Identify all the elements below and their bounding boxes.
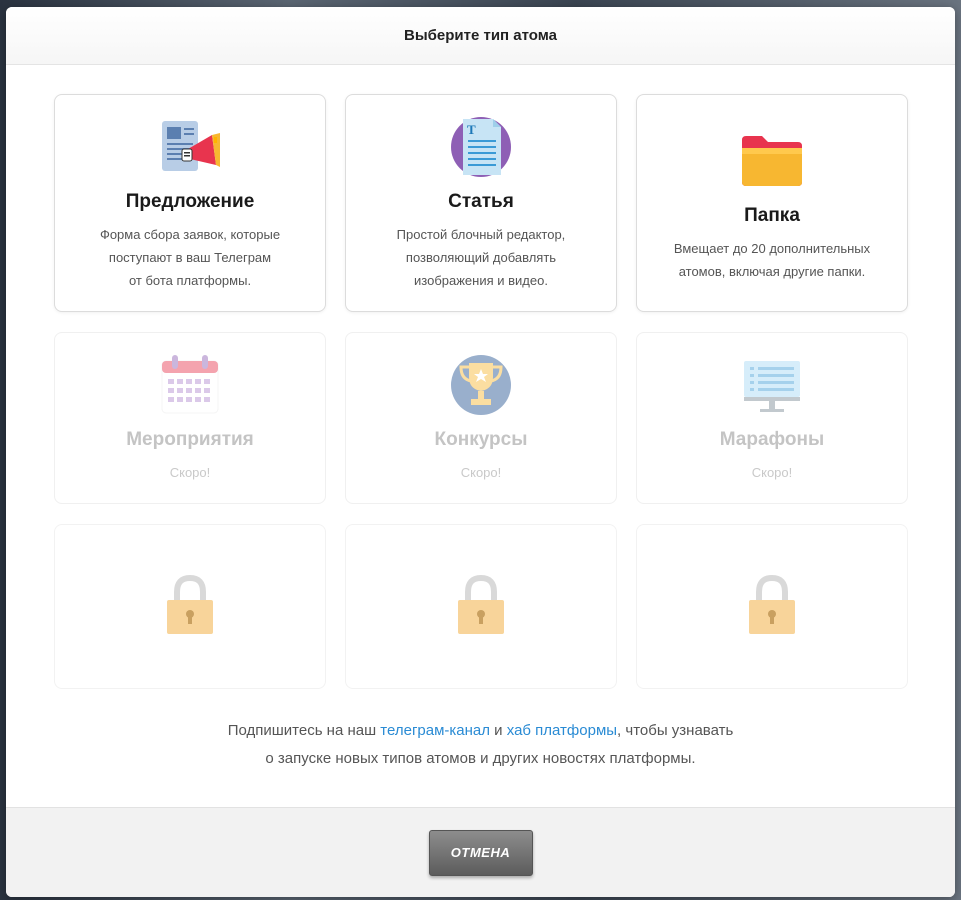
modal-title: Выберите тип атома	[404, 27, 557, 44]
card-description: Простой блочный редактор, позволяющий до…	[397, 223, 566, 292]
card-description: Форма сбора заявок, которые поступают в …	[100, 223, 280, 292]
card-description: Скоро!	[461, 461, 502, 484]
modal-footer: ОТМЕНА	[6, 807, 955, 897]
telegram-channel-link[interactable]: телеграм-канал	[380, 722, 490, 739]
calendar-icon	[158, 353, 222, 417]
card-title: Статья	[448, 191, 514, 212]
card-description: Скоро!	[752, 461, 793, 484]
subscribe-text: Подпишитесь на наш	[227, 722, 381, 739]
subscribe-line-2: о запуске новых типов атомов и других но…	[265, 750, 696, 767]
atom-type-grid: Предложение Форма сбора заявок, которые …	[54, 94, 908, 689]
atom-card-contests: Конкурсы Скоро!	[345, 332, 617, 504]
atom-card-marathons: Марафоны Скоро!	[636, 332, 908, 504]
atom-card-locked	[54, 524, 326, 689]
desc-line: Простой блочный редактор,	[396, 227, 566, 242]
atom-card-article[interactable]: T Статья Простой блочный редактор, позво…	[345, 94, 617, 312]
atom-card-locked	[636, 524, 908, 689]
lock-icon	[163, 572, 217, 641]
platform-hub-link[interactable]: хаб платформы	[507, 722, 617, 739]
card-title: Мероприятия	[126, 429, 254, 450]
card-title: Конкурсы	[434, 429, 528, 450]
desc-line: Вмещает до 20 дополнительных	[673, 241, 871, 256]
desc-line: атомов, включая другие папки.	[678, 264, 866, 279]
subscribe-text: и	[490, 722, 507, 739]
desc-line: поступают в ваш Телеграм	[108, 250, 272, 265]
desc-line: изображения и видео.	[414, 273, 548, 288]
atom-card-folder[interactable]: Папка Вмещает до 20 дополнительных атомо…	[636, 94, 908, 312]
card-description: Скоро!	[170, 461, 211, 484]
modal-header: Выберите тип атома	[6, 7, 955, 65]
subscribe-text: , чтобы узнавать	[617, 722, 734, 739]
subscribe-note: Подпишитесь на наш телеграм-канал и хаб …	[6, 717, 955, 773]
atom-card-events: Мероприятия Скоро!	[54, 332, 326, 504]
soon-label: Скоро!	[751, 465, 793, 480]
subscribe-line-1: Подпишитесь на наш телеграм-канал и хаб …	[6, 717, 955, 745]
desc-line: от бота платформы.	[128, 273, 252, 288]
cancel-button[interactable]: ОТМЕНА	[428, 829, 533, 876]
folder-icon	[740, 129, 804, 193]
offer-megaphone-icon	[158, 115, 222, 179]
lock-icon	[454, 572, 508, 641]
atom-card-locked	[345, 524, 617, 689]
article-document-icon: T	[449, 115, 513, 179]
card-title: Папка	[744, 205, 800, 226]
atom-card-offer[interactable]: Предложение Форма сбора заявок, которые …	[54, 94, 326, 312]
card-description: Вмещает до 20 дополнительных атомов, вкл…	[674, 237, 870, 283]
trophy-icon	[449, 353, 513, 417]
monitor-icon	[740, 353, 804, 417]
desc-line: Форма сбора заявок, которые	[99, 227, 281, 242]
desc-line: позволяющий добавлять	[405, 250, 557, 265]
soon-label: Скоро!	[169, 465, 211, 480]
atom-type-modal: Выберите тип атома Предложение Форма сбо…	[6, 7, 955, 897]
svg-text:T: T	[467, 122, 476, 137]
soon-label: Скоро!	[460, 465, 502, 480]
lock-icon	[745, 572, 799, 641]
card-title: Марафоны	[719, 429, 825, 450]
card-title: Предложение	[125, 191, 255, 212]
